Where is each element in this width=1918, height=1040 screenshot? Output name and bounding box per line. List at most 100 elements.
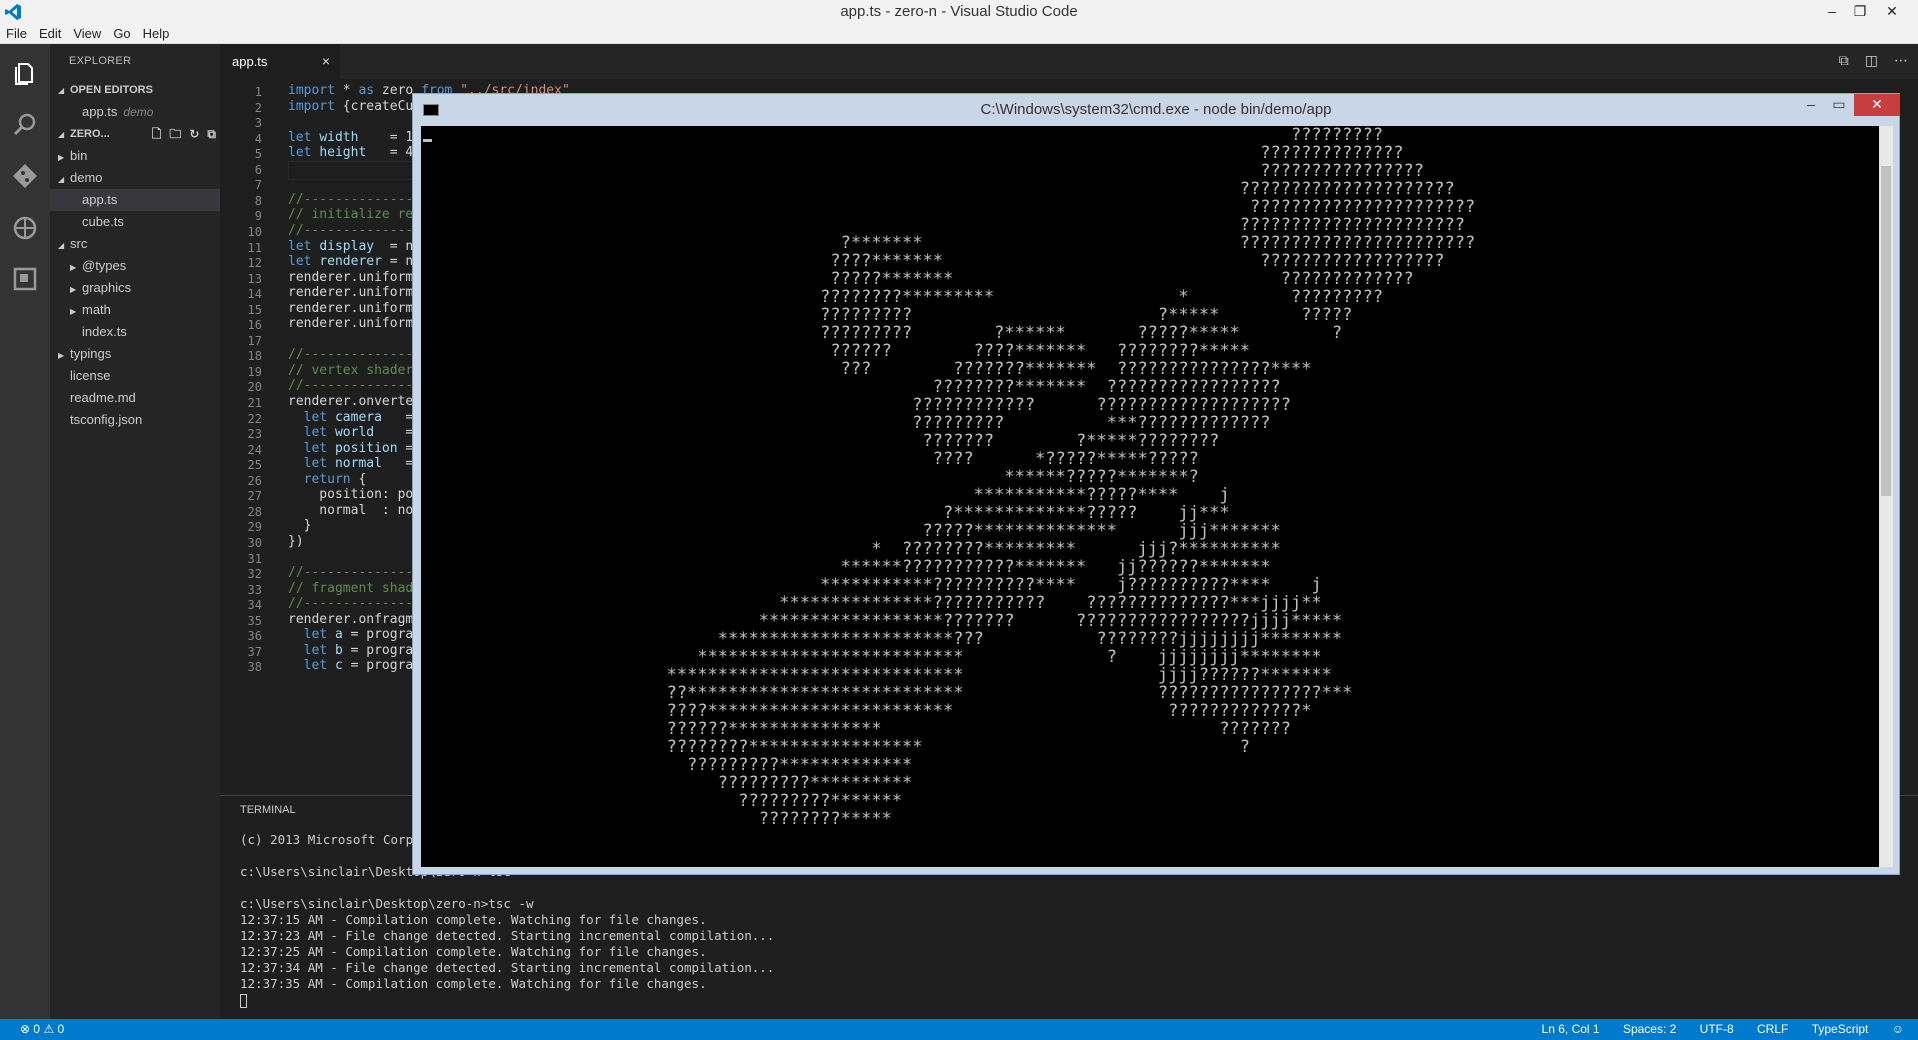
cmd-console[interactable]: ????????? ?????????????? ???????????????…: [421, 126, 1879, 867]
new-file-icon[interactable]: 🗋: [152, 127, 162, 141]
open-editors-section[interactable]: ◢ OPEN EDITORS: [50, 79, 220, 101]
code-line[interactable]: // fragment shad: [288, 581, 413, 596]
cmd-scrollbar[interactable]: [1879, 126, 1893, 867]
chevron-down-icon: ◢: [58, 86, 65, 95]
open-changes-icon[interactable]: ⧉: [1839, 52, 1849, 68]
close-window-button[interactable]: ✕: [1878, 0, 1906, 24]
file-item-tsconfig-json[interactable]: tsconfig.json: [50, 409, 220, 431]
code-line[interactable]: // initialize re: [288, 207, 413, 222]
code-line[interactable]: let b = progra: [288, 643, 414, 658]
menu-help[interactable]: Help: [137, 24, 176, 44]
line-ending[interactable]: CRLF: [1757, 1022, 1788, 1036]
extensions-icon[interactable]: [10, 264, 40, 294]
line-number: 2: [254, 100, 262, 115]
cursor-position[interactable]: Ln 6, Col 1: [1542, 1022, 1600, 1036]
code-line[interactable]: let height = 4: [288, 145, 413, 160]
tree-item-label: bin: [70, 148, 88, 163]
ascii-line: ***************************** jjjj??????…: [421, 665, 1332, 685]
code-line[interactable]: let display = n: [288, 239, 413, 254]
code-line[interactable]: // vertex shader: [288, 363, 413, 378]
tab-app-ts[interactable]: app.ts ×: [220, 44, 340, 79]
chevron-right-icon: ▶: [58, 153, 65, 162]
split-editor-icon[interactable]: ◫: [1865, 52, 1878, 68]
code-line[interactable]: position: po: [288, 487, 413, 502]
folder-item-math[interactable]: ▶ math: [50, 299, 220, 321]
cmd-window[interactable]: C:\Windows\system32\cmd.exe - node bin/d…: [412, 93, 1900, 875]
feedback-icon[interactable]: ☺: [1892, 1022, 1904, 1036]
line-number: 37: [247, 644, 262, 659]
cmd-maximize-button[interactable]: ▭: [1826, 94, 1852, 116]
file-item-readme-md[interactable]: readme.md: [50, 387, 220, 409]
folder-item-src[interactable]: ◢ src: [50, 233, 220, 255]
ascii-line: ??????*************** ???????: [421, 719, 1291, 739]
line-number: 25: [247, 458, 262, 473]
git-icon[interactable]: [10, 161, 40, 191]
folder-item-typings[interactable]: ▶ typings: [50, 343, 220, 365]
problems-indicator[interactable]: ⊗ 0 ⚠ 0: [20, 1019, 64, 1040]
line-number: 3: [254, 116, 262, 131]
code-line[interactable]: //--------------: [288, 223, 413, 238]
project-section[interactable]: ◢ ZERO... 🗋 🗀 ↻ ⧉: [50, 123, 220, 145]
menu-file[interactable]: File: [0, 24, 33, 44]
minimize-button[interactable]: –: [1818, 0, 1846, 24]
code-line[interactable]: //--------------: [288, 596, 413, 611]
code-line[interactable]: //--------------: [288, 565, 413, 580]
file-item-index-ts[interactable]: index.ts: [50, 321, 220, 343]
collapse-all-icon[interactable]: ⧉: [207, 127, 216, 141]
code-line[interactable]: renderer.uniform: [288, 285, 413, 300]
open-editor-item[interactable]: app.ts demo: [50, 101, 220, 123]
menu-edit[interactable]: Edit: [33, 24, 67, 44]
close-icon[interactable]: ×: [322, 44, 330, 79]
refresh-icon[interactable]: ↻: [189, 127, 199, 141]
code-line[interactable]: let position =: [288, 441, 414, 456]
indentation[interactable]: Spaces: 2: [1623, 1022, 1676, 1036]
language-mode[interactable]: TypeScript: [1812, 1022, 1869, 1036]
folder-item--types[interactable]: ▶ @types: [50, 255, 220, 277]
file-item-app-ts[interactable]: app.ts: [50, 189, 220, 211]
line-number: 16: [247, 318, 262, 333]
code-line[interactable]: renderer.onverte: [288, 394, 413, 409]
ascii-line: ******???????????******* jj??????*******: [421, 557, 1271, 577]
line-number: 5: [254, 147, 262, 162]
file-item-cube-ts[interactable]: cube.ts: [50, 211, 220, 233]
code-line[interactable]: //--------------: [288, 378, 413, 393]
code-line[interactable]: let width = 1: [288, 130, 413, 145]
ascii-line: ????????? ***?????????????: [421, 413, 1271, 433]
ascii-line: ?????????: [421, 126, 1384, 145]
code-line[interactable]: let camera =: [288, 410, 414, 425]
encoding[interactable]: UTF-8: [1700, 1022, 1734, 1036]
scrollbar-thumb[interactable]: [1881, 166, 1891, 496]
tree-item-label: math: [82, 302, 111, 317]
code-line[interactable]: //--------------: [288, 192, 413, 207]
code-line[interactable]: renderer.uniform: [288, 270, 413, 285]
code-line[interactable]: }: [288, 518, 312, 533]
code-line[interactable]: let normal =: [288, 456, 414, 471]
search-icon[interactable]: [10, 110, 40, 140]
code-line[interactable]: let c = progra: [288, 658, 414, 673]
code-line[interactable]: let renderer = n: [288, 254, 413, 269]
code-line[interactable]: return {: [288, 472, 367, 487]
code-line[interactable]: renderer.uniform: [288, 316, 413, 331]
restore-button[interactable]: ❐: [1846, 0, 1874, 24]
debug-icon[interactable]: [10, 213, 40, 243]
folder-item-graphics[interactable]: ▶ graphics: [50, 277, 220, 299]
code-line[interactable]: renderer.onfragm: [288, 612, 413, 627]
code-line[interactable]: renderer.uniform: [288, 301, 413, 316]
code-line[interactable]: }): [288, 534, 304, 549]
folder-item-bin[interactable]: ▶ bin: [50, 145, 220, 167]
code-line[interactable]: //--------------: [288, 347, 413, 362]
menu-view[interactable]: View: [67, 24, 107, 44]
code-line[interactable]: let world =: [288, 425, 414, 440]
cmd-close-button[interactable]: ✕: [1854, 94, 1900, 116]
tree-item-label: app.ts: [82, 192, 118, 207]
cmd-minimize-button[interactable]: –: [1798, 94, 1824, 116]
code-line[interactable]: let a = progra: [288, 627, 414, 642]
menu-go[interactable]: Go: [107, 24, 136, 44]
code-line[interactable]: import {createCu: [288, 99, 413, 114]
code-line[interactable]: normal : no: [288, 503, 413, 518]
more-actions-icon[interactable]: ⋯: [1894, 52, 1908, 68]
file-item-license[interactable]: license: [50, 365, 220, 387]
explorer-icon[interactable]: [10, 58, 40, 88]
folder-item-demo[interactable]: ◢ demo: [50, 167, 220, 189]
new-folder-icon[interactable]: 🗀: [169, 127, 181, 141]
